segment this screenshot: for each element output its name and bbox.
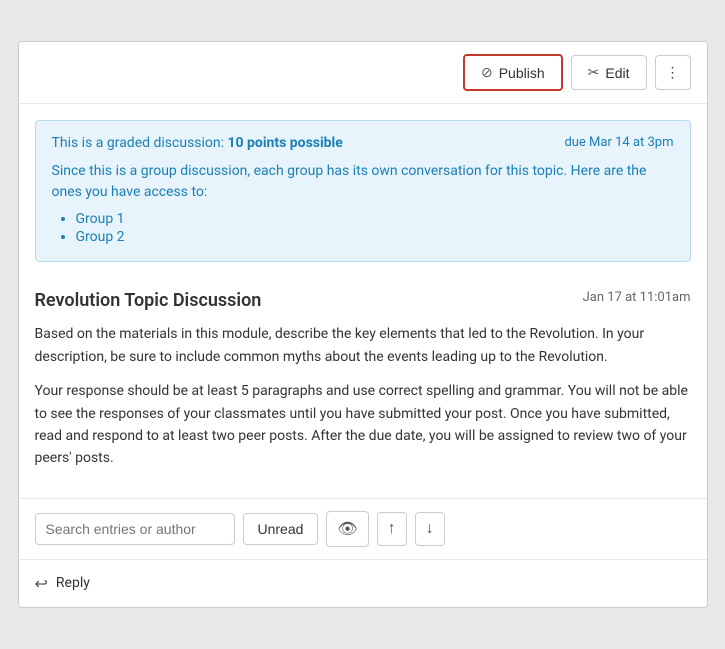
discussion-body-para1: Based on the materials in this module, d… (35, 323, 691, 368)
more-options-button[interactable]: ⋮ (655, 55, 691, 90)
download-button[interactable]: ↓ (415, 512, 445, 546)
eye-icon: 👁 (337, 519, 357, 539)
view-button[interactable]: 👁 (326, 511, 368, 547)
graded-prefix: This is a graded discussion: (52, 135, 225, 151)
unread-button[interactable]: Unread (243, 513, 319, 545)
group-notice: Since this is a group discussion, each g… (52, 161, 674, 203)
more-icon: ⋮ (666, 64, 680, 81)
search-input[interactable] (35, 513, 235, 545)
reply-icon: ↩ (35, 574, 48, 593)
upload-icon: ↑ (388, 520, 396, 538)
publish-button[interactable]: ⊘ Publish (463, 54, 563, 91)
upload-button[interactable]: ↑ (377, 512, 407, 546)
toolbar: ⊘ Publish ✂ Edit ⋮ (19, 42, 707, 104)
group-list: Group 1 Group 2 (52, 211, 674, 245)
graded-text: This is a graded discussion: 10 points p… (52, 135, 343, 151)
discussion-date: Jan 17 at 11:01am (583, 290, 691, 305)
list-item[interactable]: Group 1 (76, 211, 674, 227)
discussion-content: Revolution Topic Discussion Jan 17 at 11… (19, 278, 707, 497)
publish-icon: ⊘ (481, 64, 493, 81)
group1-link[interactable]: Group 1 (76, 211, 125, 227)
reply-bar[interactable]: ↩ Reply (19, 559, 707, 607)
group2-link[interactable]: Group 2 (76, 229, 125, 245)
filter-bar: Unread 👁 ↑ ↓ (19, 498, 707, 559)
edit-icon: ✂ (588, 64, 600, 81)
edit-button[interactable]: ✂ Edit (571, 55, 647, 90)
discussion-title: Revolution Topic Discussion (35, 290, 262, 311)
download-icon: ↓ (426, 520, 434, 538)
info-banner: This is a graded discussion: 10 points p… (35, 120, 691, 262)
publish-label: Publish (499, 65, 545, 81)
due-date: due Mar 14 at 3pm (564, 135, 673, 150)
edit-label: Edit (605, 65, 629, 81)
discussion-body: Based on the materials in this module, d… (35, 323, 691, 469)
reply-label[interactable]: Reply (56, 575, 90, 591)
discussion-header: Revolution Topic Discussion Jan 17 at 11… (35, 278, 691, 311)
points-text: 10 points possible (228, 135, 343, 151)
unread-label: Unread (258, 521, 304, 537)
discussion-body-para2: Your response should be at least 5 parag… (35, 380, 691, 470)
group-notice-text: Since this is a group discussion, each g… (52, 163, 647, 200)
list-item[interactable]: Group 2 (76, 229, 674, 245)
